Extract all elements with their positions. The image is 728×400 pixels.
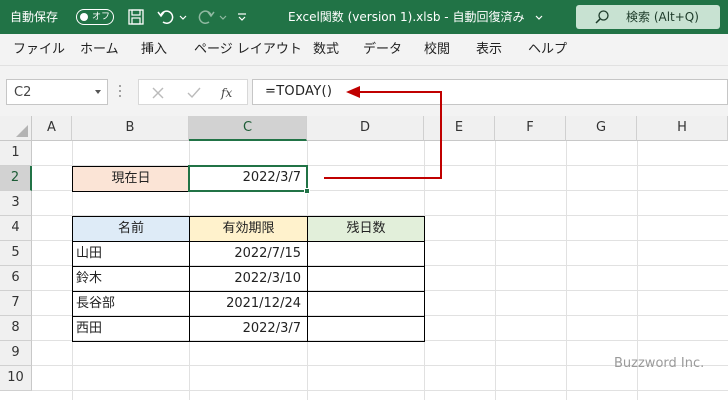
name-box-dropdown-icon[interactable] xyxy=(95,90,101,94)
cell-c8[interactable]: 2022/3/7 xyxy=(189,316,308,342)
row-header-10[interactable]: 10 xyxy=(0,366,32,391)
formula-buttons: fx xyxy=(138,79,248,105)
row-header-6[interactable]: 6 xyxy=(0,266,32,291)
cell-b6[interactable]: 鈴木 xyxy=(72,266,190,292)
enter-icon[interactable] xyxy=(185,84,203,102)
row-header-1[interactable]: 1 xyxy=(0,141,32,166)
cell-d5[interactable] xyxy=(307,241,425,267)
name-box-value: C2 xyxy=(14,85,32,100)
tab-home[interactable]: ホーム xyxy=(80,42,119,58)
row-header-2[interactable]: 2 xyxy=(0,166,32,191)
cell-d8[interactable] xyxy=(307,316,425,342)
cell-c4[interactable]: 有効期限 xyxy=(189,216,308,242)
column-header-d[interactable]: D xyxy=(307,116,424,141)
select-all-button[interactable] xyxy=(0,116,32,141)
row-header-7[interactable]: 7 xyxy=(0,291,32,316)
column-header-f[interactable]: F xyxy=(495,116,566,141)
cancel-icon[interactable] xyxy=(149,84,167,102)
selected-cell-border xyxy=(188,165,308,192)
cell-b4[interactable]: 名前 xyxy=(72,216,190,242)
cell-b8[interactable]: 西田 xyxy=(72,316,190,342)
cell-d7[interactable] xyxy=(307,291,425,317)
cell-c7[interactable]: 2021/12/24 xyxy=(189,291,308,317)
row-header-5[interactable]: 5 xyxy=(0,241,32,266)
cell-b2[interactable]: 現在日 xyxy=(72,166,190,192)
cell-c6[interactable]: 2022/3/10 xyxy=(189,266,308,292)
name-box[interactable]: C2 xyxy=(6,79,108,105)
undo-dropdown-icon[interactable] xyxy=(178,7,188,27)
tab-view[interactable]: 表示 xyxy=(476,42,502,58)
row-header-8[interactable]: 8 xyxy=(0,316,32,341)
search-icon xyxy=(595,10,609,24)
tab-review[interactable]: 校閲 xyxy=(424,42,450,58)
title-bar: 自動保存 オフ Excel関数 (version 1).xlsb - 自動回復済… xyxy=(0,0,728,34)
tab-page-layout[interactable]: ページ レイアウト xyxy=(194,42,302,58)
column-header-e[interactable]: E xyxy=(424,116,495,141)
cell-d4[interactable]: 残日数 xyxy=(307,216,425,242)
gridline xyxy=(495,141,496,400)
tab-file[interactable]: ファイル xyxy=(13,42,65,58)
redo-dropdown-icon[interactable] xyxy=(218,7,228,27)
autosave-toggle[interactable]: オフ xyxy=(76,9,114,25)
ribbon-tabs: ファイル ホーム 挿入 ページ レイアウト 数式 データ 校閲 表示 ヘルプ xyxy=(0,34,728,66)
title-dropdown-icon[interactable] xyxy=(534,7,544,27)
search-box[interactable]: 検索 (Alt+Q) xyxy=(576,5,720,29)
autosave-label: 自動保存 xyxy=(10,10,59,24)
column-header-a[interactable]: A xyxy=(32,116,72,141)
tab-formulas[interactable]: 数式 xyxy=(313,42,339,58)
customize-toolbar-icon[interactable] xyxy=(236,7,248,27)
window-title: Excel関数 (version 1).xlsb - 自動回復済み xyxy=(288,10,525,24)
formula-text: =TODAY() xyxy=(265,84,333,99)
search-placeholder: 検索 (Alt+Q) xyxy=(626,10,699,24)
tab-data[interactable]: データ xyxy=(363,42,402,58)
cell-b7[interactable]: 長谷部 xyxy=(72,291,190,317)
cell-c5[interactable]: 2022/7/15 xyxy=(189,241,308,267)
toggle-knob xyxy=(80,13,88,21)
redo-icon[interactable] xyxy=(196,7,216,27)
column-header-h[interactable]: H xyxy=(637,116,728,141)
formula-bar: C2 fx =TODAY() xyxy=(0,66,728,116)
drag-handle-icon[interactable] xyxy=(118,84,122,98)
insert-function-icon[interactable]: fx xyxy=(221,84,239,102)
column-header-g[interactable]: G xyxy=(566,116,637,141)
undo-icon[interactable] xyxy=(156,7,176,27)
row-header-9[interactable]: 9 xyxy=(0,341,32,366)
cell-b5[interactable]: 山田 xyxy=(72,241,190,267)
row-header-4[interactable]: 4 xyxy=(0,216,32,241)
formula-input[interactable]: =TODAY() xyxy=(252,79,728,105)
cell-d6[interactable] xyxy=(307,266,425,292)
column-header-b[interactable]: B xyxy=(72,116,189,141)
select-all-icon xyxy=(16,125,28,137)
column-header-c[interactable]: C xyxy=(189,116,307,141)
gridline xyxy=(566,141,567,400)
row-header-3[interactable]: 3 xyxy=(0,191,32,216)
fill-handle[interactable] xyxy=(304,188,310,194)
autosave-state: オフ xyxy=(92,12,111,22)
gridline xyxy=(32,390,728,391)
tab-help[interactable]: ヘルプ xyxy=(528,42,567,58)
watermark: Buzzword Inc. xyxy=(614,356,705,371)
save-icon[interactable] xyxy=(126,7,146,27)
tab-insert[interactable]: 挿入 xyxy=(141,42,167,58)
